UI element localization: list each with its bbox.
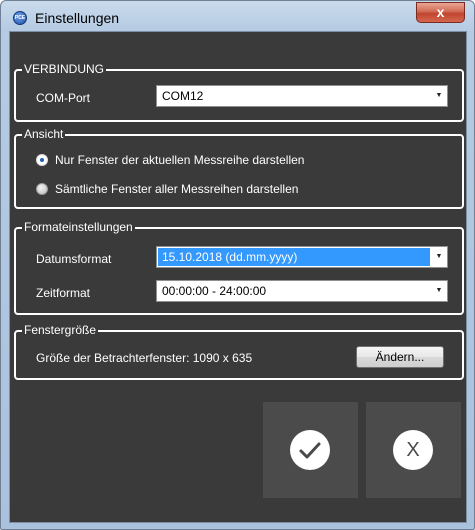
datumsformat-value: 15.10.2018 (dd.mm.yyyy): [162, 250, 298, 264]
x-icon: X: [406, 439, 420, 461]
close-icon: x: [436, 4, 445, 20]
viewer-size-text: Größe der Betrachterfenster: 1090 x 635: [36, 351, 253, 365]
group-legend: Formateinstellungen: [22, 220, 135, 234]
close-button[interactable]: x: [416, 2, 465, 23]
ok-button[interactable]: [263, 402, 358, 498]
com-port-value: COM12: [162, 89, 204, 103]
datumsformat-label: Datumsformat: [36, 252, 112, 266]
settings-window: PCE Einstellungen x VERBINDUNG COM-Port …: [0, 0, 475, 530]
cancel-circle: X: [393, 430, 433, 470]
group-legend: Fenstergröße: [22, 323, 99, 337]
zeitformat-select[interactable]: 00:00:00 - 24:00:00 ▼: [156, 280, 448, 302]
ok-circle: [290, 430, 330, 470]
group-legend: Ansicht: [22, 127, 66, 141]
change-size-button[interactable]: Ändern...: [356, 346, 444, 368]
chevron-down-icon[interactable]: ▼: [431, 247, 447, 267]
radio-current-series-label[interactable]: Nur Fenster der aktuellen Messreihe dars…: [55, 153, 304, 167]
radio-all-series-label[interactable]: Sämtliche Fenster aller Messreihen darst…: [55, 182, 298, 196]
com-port-select[interactable]: COM12 ▼: [156, 85, 448, 107]
radio-all-series[interactable]: [36, 183, 48, 195]
group-ansicht: Ansicht: [14, 127, 464, 209]
checkmark-icon: [299, 442, 321, 459]
com-port-label: COM-Port: [36, 91, 90, 105]
title-bar[interactable]: PCE Einstellungen x: [1, 1, 474, 31]
cancel-button[interactable]: X: [366, 402, 461, 498]
chevron-down-icon[interactable]: ▼: [431, 281, 447, 301]
datumsformat-select[interactable]: 15.10.2018 (dd.mm.yyyy) ▼: [156, 246, 448, 268]
zeitformat-label: Zeitformat: [36, 286, 91, 300]
radio-current-series[interactable]: [36, 154, 48, 166]
window-title: Einstellungen: [35, 10, 120, 26]
group-legend: VERBINDUNG: [22, 62, 107, 76]
app-logo-icon: PCE: [13, 11, 27, 25]
zeitformat-value: 00:00:00 - 24:00:00: [162, 284, 267, 298]
chevron-down-icon[interactable]: ▼: [431, 86, 447, 106]
